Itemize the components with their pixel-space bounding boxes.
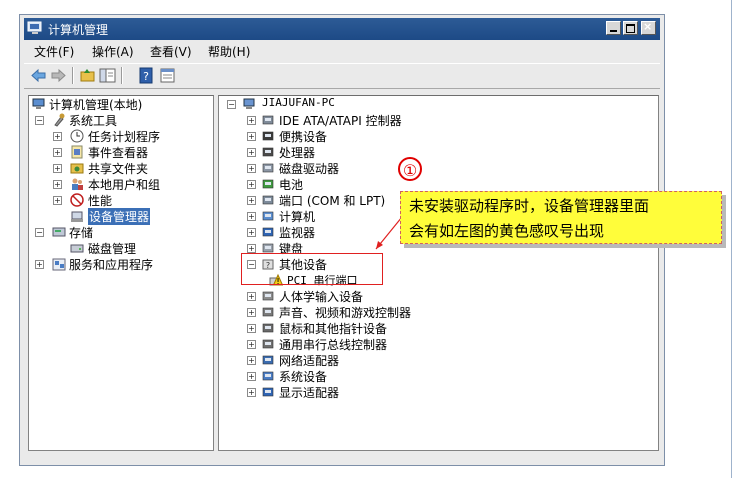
monitor-icon xyxy=(262,227,274,237)
toolbar-separator xyxy=(121,67,123,84)
expand-icon[interactable]: + xyxy=(53,180,62,189)
device-category-label: 人体学输入设备 xyxy=(279,290,364,304)
callout-line-2: 会有如左图的黄色感叹号出现 xyxy=(409,222,605,240)
mouse-icon xyxy=(262,323,274,333)
portable-device-icon xyxy=(262,131,274,141)
disk-drive-icon xyxy=(262,163,274,173)
window-title: 计算机管理 xyxy=(48,23,109,37)
back-arrow-icon[interactable] xyxy=(30,67,47,84)
expand-icon[interactable]: + xyxy=(247,324,256,333)
menu-action[interactable]: 操作(A) xyxy=(92,43,134,60)
menu-bar: 文件(F) 操作(A) 查看(V) 帮助(H) xyxy=(24,42,660,61)
expand-icon[interactable]: + xyxy=(247,132,256,141)
close-icon: × xyxy=(643,20,653,33)
toolbar-separator xyxy=(72,67,74,84)
computer-icon xyxy=(243,98,255,109)
help-icon[interactable]: ? xyxy=(138,67,155,84)
device-category-label: 网络适配器 xyxy=(279,354,340,368)
up-folder-icon[interactable] xyxy=(79,67,96,84)
device-category-label: 便携设备 xyxy=(279,130,328,144)
collapse-icon[interactable]: − xyxy=(227,100,236,109)
expand-icon[interactable]: + xyxy=(247,388,256,397)
device-manager-icon xyxy=(71,211,83,222)
expand-icon[interactable]: + xyxy=(53,148,62,157)
expand-icon[interactable]: + xyxy=(53,164,62,173)
device-category-label: 电池 xyxy=(279,178,304,192)
expand-icon[interactable]: + xyxy=(247,228,256,237)
expand-icon[interactable]: + xyxy=(247,180,256,189)
event-viewer-icon xyxy=(71,145,83,159)
collapse-icon[interactable]: − xyxy=(35,228,44,237)
expand-icon[interactable]: + xyxy=(247,196,256,205)
step-number-badge: ① xyxy=(398,157,422,181)
device-category-label: 处理器 xyxy=(279,146,316,160)
performance-icon xyxy=(70,193,84,207)
expand-icon[interactable]: + xyxy=(247,356,256,365)
users-icon xyxy=(72,178,83,190)
console-tree-pane[interactable]: 计算机管理(本地) − 系统工具 + 任务计划程序 + 事件查看器 + 共享文件… xyxy=(28,95,214,451)
device-category-label: 系统设备 xyxy=(279,370,328,384)
minimize-button[interactable] xyxy=(606,21,621,35)
device-category-label: 显示适配器 xyxy=(279,386,340,400)
menu-view[interactable]: 查看(V) xyxy=(150,43,192,60)
callout-line-1: 未安装驱动程序时，设备管理器里面 xyxy=(409,197,650,215)
expand-icon[interactable]: + xyxy=(247,340,256,349)
expand-icon[interactable]: + xyxy=(247,292,256,301)
menu-file[interactable]: 文件(F) xyxy=(34,43,74,60)
expand-icon[interactable]: + xyxy=(53,132,62,141)
collapse-icon[interactable]: − xyxy=(35,116,44,125)
display-adapter-icon xyxy=(262,387,274,397)
battery-icon xyxy=(262,179,274,189)
system-device-icon xyxy=(262,371,274,381)
services-icon xyxy=(52,258,66,271)
expand-icon[interactable]: + xyxy=(247,372,256,381)
computer-management-icon xyxy=(27,21,42,34)
device-category-label: 计算机 xyxy=(279,210,316,224)
device-category-label: 磁盘驱动器 xyxy=(279,162,340,176)
expand-icon[interactable]: + xyxy=(247,148,256,157)
disk-management-icon xyxy=(70,244,84,253)
computer-management-icon xyxy=(32,98,45,109)
toolbar: ? xyxy=(24,63,660,89)
processor-icon xyxy=(262,147,274,157)
page-margin xyxy=(731,0,750,478)
tools-icon xyxy=(54,113,65,127)
close-button[interactable]: × xyxy=(641,20,656,35)
device-category-label: 通用串行总线控制器 xyxy=(279,338,388,352)
device-category-label: 声音、视频和游戏控制器 xyxy=(279,306,412,320)
hid-icon xyxy=(262,291,274,301)
port-icon xyxy=(262,195,274,205)
sound-icon xyxy=(262,307,274,317)
ide-controller-icon xyxy=(262,115,274,125)
show-tree-icon[interactable] xyxy=(99,67,116,84)
title-bar: 计算机管理 × xyxy=(24,18,660,40)
maximize-button[interactable] xyxy=(623,21,638,35)
device-category-label: 监视器 xyxy=(279,226,316,240)
expand-icon[interactable]: + xyxy=(35,260,44,269)
expand-icon[interactable]: + xyxy=(247,164,256,173)
svg-text:?: ? xyxy=(143,70,149,83)
usb-icon xyxy=(262,339,274,349)
expand-icon[interactable]: + xyxy=(247,244,256,253)
expand-icon[interactable]: + xyxy=(247,116,256,125)
device-category-label: IDE ATA/ATAPI 控制器 xyxy=(279,114,402,128)
forward-arrow-icon[interactable] xyxy=(50,67,67,84)
other-devices-highlight xyxy=(241,253,383,285)
computer-icon xyxy=(262,211,274,221)
menu-help[interactable]: 帮助(H) xyxy=(208,43,250,60)
storage-icon xyxy=(52,227,66,237)
expand-icon[interactable]: + xyxy=(247,212,256,221)
expand-icon[interactable]: + xyxy=(247,308,256,317)
device-category-label: 端口 (COM 和 LPT) xyxy=(279,194,386,208)
device-category-label: 鼠标和其他指针设备 xyxy=(279,322,388,336)
callout-note: 未安装驱动程序时，设备管理器里面 会有如左图的黄色感叹号出现 xyxy=(400,191,722,244)
status-bar xyxy=(24,456,660,462)
network-adapter-icon xyxy=(262,355,274,365)
properties-icon[interactable] xyxy=(159,67,176,84)
shared-folder-icon xyxy=(70,163,84,174)
clock-icon xyxy=(70,129,84,143)
expand-icon[interactable]: + xyxy=(53,196,62,205)
